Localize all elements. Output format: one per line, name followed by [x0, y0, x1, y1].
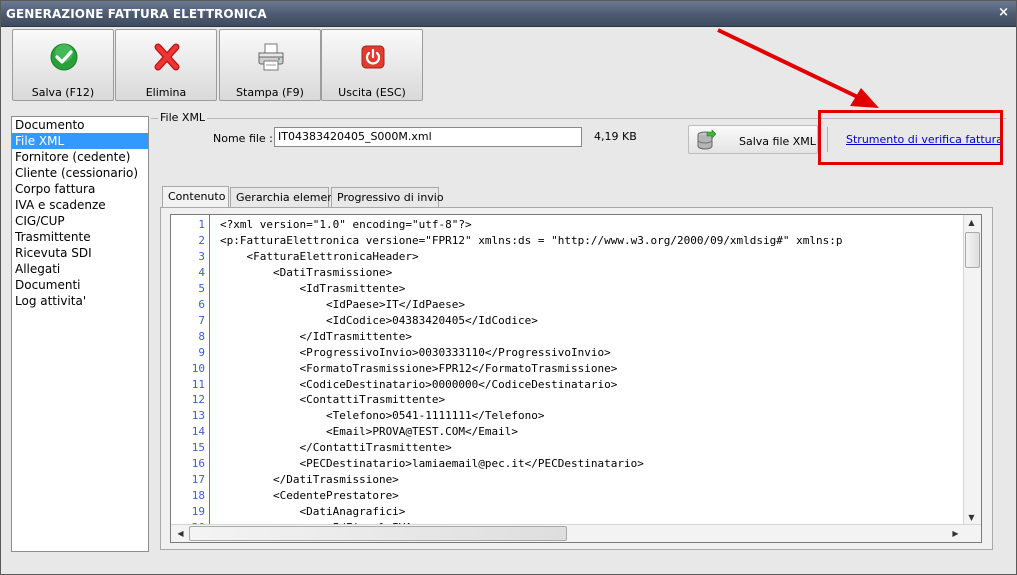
line-number: 17: [191, 473, 205, 487]
xml-code-line: <IdCodice>04383420405</IdCodice>: [220, 313, 538, 327]
file-size: 4,19 KB: [594, 130, 637, 143]
salva-label: Salva (F12): [31, 86, 95, 99]
sidebar-item-trasmittente[interactable]: Trasmittente: [12, 229, 148, 245]
xml-code-line: <IdPaese>IT</IdPaese>: [220, 297, 466, 311]
xml-code-line: <FatturaElettronicaHeader>: [220, 249, 419, 263]
group-title: File XML: [158, 111, 208, 124]
sidebar-item-documenti[interactable]: Documenti: [12, 277, 148, 293]
window-title: GENERAZIONE FATTURA ELETTRONICA: [6, 7, 267, 21]
sidebar-item-fornitore[interactable]: Fornitore (cedente): [12, 149, 148, 165]
line-number: 14: [191, 425, 205, 439]
printer-icon: [258, 43, 284, 71]
scroll-up-icon[interactable]: ▲: [964, 215, 979, 230]
elimina-button[interactable]: Elimina: [115, 29, 217, 101]
xml-code-line: <FormatoTrasmissione>FPR12</FormatoTrasm…: [220, 361, 618, 375]
annotation-arrow-icon: [717, 28, 879, 108]
line-number: 12: [191, 393, 205, 407]
salva-file-xml-label: Salva file XML: [739, 135, 816, 148]
close-icon[interactable]: ×: [998, 5, 1009, 20]
salva-button[interactable]: Salva (F12): [12, 29, 114, 101]
sidebar-list: Documento File XML Fornitore (cedente) C…: [11, 116, 149, 552]
xml-code-area[interactable]: 1234567891011121314151617181920 <?xml ve…: [171, 215, 964, 526]
line-number: 8: [198, 329, 205, 343]
line-number: 5: [198, 281, 205, 295]
sidebar-item-iva-scadenze[interactable]: IVA e scadenze: [12, 197, 148, 213]
sidebar-item-cliente[interactable]: Cliente (cessionario): [12, 165, 148, 181]
sidebar-item-ricevuta-sdi[interactable]: Ricevuta SDI: [12, 245, 148, 261]
xml-code-line: <CodiceDestinatario>0000000</CodiceDesti…: [220, 377, 618, 391]
delete-x-icon: [154, 43, 180, 71]
stampa-label: Stampa (F9): [236, 86, 304, 99]
nome-file-input[interactable]: IT04383420405_S000M.xml: [274, 127, 582, 147]
scroll-left-icon[interactable]: ◀: [173, 526, 188, 541]
xml-code-line: <ContattiTrasmittente>: [220, 393, 446, 407]
horizontal-scrollbar[interactable]: ◀ ▶: [171, 524, 981, 542]
line-number: 9: [198, 345, 205, 359]
line-number: 11: [191, 377, 205, 391]
xml-code-line: <Email>PROVA@TEST.COM</Email>: [220, 425, 519, 439]
annotation-highlight-box: [818, 110, 1003, 165]
line-number: 10: [191, 361, 205, 375]
line-number: 7: [198, 313, 205, 327]
tab-gerarchia-elementi[interactable]: Gerarchia elementi: [230, 187, 342, 207]
xml-code-line: <PECDestinatario>lamiaemail@pec.it</PECD…: [220, 457, 644, 471]
xml-code-line: <Telefono>0541-1111111</Telefono>: [220, 409, 545, 423]
line-number: 18: [191, 489, 205, 503]
line-number: 1: [198, 218, 205, 231]
vertical-scroll-thumb[interactable]: [965, 232, 980, 268]
xml-code-line: <ProgressivoInvio>0030333110</Progressiv…: [220, 345, 611, 359]
scroll-right-icon[interactable]: ▶: [948, 526, 963, 541]
line-number: 19: [191, 505, 205, 519]
stampa-button[interactable]: Stampa (F9): [219, 29, 321, 101]
line-number: 15: [191, 441, 205, 455]
tab-progressivo-invio[interactable]: Progressivo di invio: [331, 187, 444, 207]
sidebar-item-corpo-fattura[interactable]: Corpo fattura: [12, 181, 148, 197]
sidebar-item-cig-cup[interactable]: CIG/CUP: [12, 213, 148, 229]
uscita-button[interactable]: Uscita (ESC): [321, 29, 423, 101]
xml-code-line: </ContattiTrasmittente>: [220, 441, 452, 455]
xml-code-line: </DatiTrasmissione>: [220, 473, 399, 487]
xml-code-line: <IdTrasmittente>: [220, 281, 406, 295]
line-number: 3: [198, 249, 205, 263]
line-gutter: 1234567891011121314151617181920: [171, 215, 207, 526]
xml-code-line: <CedentePrestatore>: [220, 489, 399, 503]
power-icon: [361, 45, 385, 69]
line-number: 2: [198, 233, 205, 247]
vertical-scrollbar[interactable]: ▲ ▼: [963, 215, 981, 525]
gutter-divider: [209, 215, 210, 526]
xml-code-line: <?xml version="1.0" encoding="utf-8"?>: [220, 218, 472, 231]
line-number: 4: [198, 265, 205, 279]
uscita-label: Uscita (ESC): [338, 86, 406, 99]
line-number: 6: [198, 297, 205, 311]
check-icon: [50, 43, 78, 71]
sidebar-item-documento[interactable]: Documento: [12, 117, 148, 133]
database-save-icon: [697, 129, 716, 150]
scroll-down-icon[interactable]: ▼: [964, 510, 979, 525]
sidebar-item-allegati[interactable]: Allegati: [12, 261, 148, 277]
sidebar-item-log-attivita[interactable]: Log attivita': [12, 293, 148, 309]
line-number: 13: [191, 409, 205, 423]
main-window: GENERAZIONE FATTURA ELETTRONICA × Salva …: [0, 0, 1017, 575]
line-number: 16: [191, 457, 205, 471]
xml-code-line: <DatiAnagrafici>: [220, 505, 406, 519]
xml-code-line: </IdTrasmittente>: [220, 329, 413, 343]
sidebar-item-file-xml[interactable]: File XML: [12, 133, 148, 149]
horizontal-scroll-thumb[interactable]: [189, 526, 567, 541]
tab-contenuto[interactable]: Contenuto: [162, 186, 229, 208]
xml-code-line: <p:FatturaElettronica versione="FPR12" x…: [220, 233, 843, 247]
xml-editor[interactable]: 1234567891011121314151617181920 <?xml ve…: [170, 214, 982, 543]
nome-file-label: Nome file :: [213, 132, 273, 145]
elimina-label: Elimina: [145, 86, 187, 99]
salva-file-xml-button[interactable]: Salva file XML: [688, 125, 818, 154]
xml-code-line: <DatiTrasmissione>: [220, 265, 393, 279]
